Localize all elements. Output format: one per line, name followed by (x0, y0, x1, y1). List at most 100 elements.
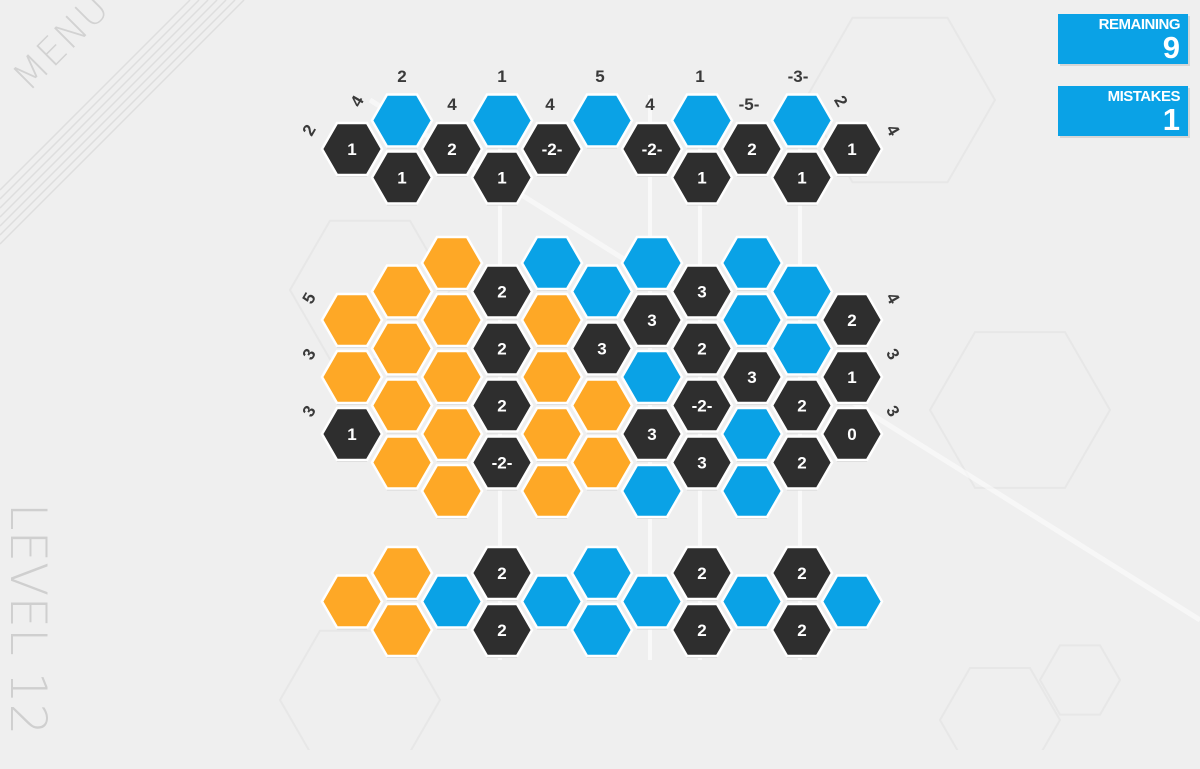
inline-clue: 4 (545, 95, 555, 114)
hex-cell-orange[interactable] (320, 349, 384, 405)
hex-cell-dark[interactable]: 3 (620, 292, 684, 348)
hex-cell-orange[interactable] (570, 435, 634, 491)
hex-cell-blue[interactable] (620, 463, 684, 519)
hex-cell-blue[interactable] (570, 602, 634, 658)
inline-clue: 4 (645, 95, 655, 114)
hex-cell-blue[interactable] (770, 321, 834, 377)
hex-cell-orange[interactable] (420, 235, 484, 291)
hex-cell-dark[interactable]: 2 (720, 121, 784, 177)
hex-cell-blue[interactable] (720, 235, 784, 291)
hex-cell-dark[interactable]: -2- (470, 435, 534, 491)
hex-cell-blue[interactable] (370, 93, 434, 149)
hex-cell-dark[interactable]: 2 (470, 264, 534, 320)
hex-tile (420, 574, 484, 629)
hex-cell-blue[interactable] (720, 463, 784, 519)
hex-cell-dark[interactable]: 2 (470, 545, 534, 601)
hex-cell-dark[interactable]: 1 (820, 121, 884, 177)
hex-cell-dark[interactable]: 2 (670, 545, 734, 601)
hex-cell-dark[interactable]: 1 (320, 121, 384, 177)
hex-count-label: -2- (642, 140, 663, 159)
hex-cell-blue[interactable] (720, 292, 784, 348)
hex-cell-orange[interactable] (520, 463, 584, 519)
hex-cell-dark[interactable]: 2 (470, 378, 534, 434)
hex-cell-orange[interactable] (420, 349, 484, 405)
hex-cell-orange[interactable] (320, 574, 384, 630)
hex-cell-blue[interactable] (620, 574, 684, 630)
hex-cell-dark[interactable]: 3 (670, 264, 734, 320)
hex-tile (620, 235, 684, 291)
hex-tile (320, 574, 384, 629)
hex-cell-dark[interactable]: 3 (720, 349, 784, 405)
hex-cell-dark[interactable]: 2 (420, 121, 484, 177)
hex-tile (570, 264, 634, 319)
hex-cell-blue[interactable] (820, 574, 884, 630)
hex-cell-orange[interactable] (420, 406, 484, 462)
hex-cell-blue[interactable] (420, 574, 484, 630)
hex-cell-orange[interactable] (370, 545, 434, 601)
hex-cell-blue[interactable] (570, 93, 634, 149)
hex-count-label: 2 (497, 340, 506, 359)
hex-tile (620, 574, 684, 629)
remaining-counter: REMAINING 9 (1058, 14, 1188, 65)
hex-cell-dark[interactable]: 1 (370, 150, 434, 206)
hex-count-label: -2- (542, 140, 563, 159)
row-clue-right: 3 (882, 402, 903, 420)
remaining-value: 9 (1162, 30, 1180, 65)
hex-cell-blue[interactable] (620, 235, 684, 291)
hex-cell-orange[interactable] (520, 292, 584, 348)
hex-cell-orange[interactable] (370, 435, 434, 491)
hex-cell-dark[interactable]: 2 (770, 435, 834, 491)
hex-cell-orange[interactable] (420, 463, 484, 519)
hex-cell-dark[interactable]: 2 (470, 321, 534, 377)
hex-cell-dark[interactable]: 2 (770, 378, 834, 434)
hex-tile (420, 406, 484, 462)
hex-cell-blue[interactable] (520, 574, 584, 630)
hex-cell-dark[interactable]: -2- (620, 121, 684, 177)
hex-cell-orange[interactable] (520, 406, 584, 462)
hex-cell-orange[interactable] (370, 321, 434, 377)
hex-cell-dark[interactable]: 2 (770, 602, 834, 658)
hex-cell-dark[interactable]: 1 (820, 349, 884, 405)
hex-cell-blue[interactable] (670, 93, 734, 149)
hex-count-label: 1 (397, 169, 406, 188)
hex-cell-orange[interactable] (370, 264, 434, 320)
hex-cell-blue[interactable] (770, 93, 834, 149)
hex-cell-blue[interactable] (570, 264, 634, 320)
hex-cell-blue[interactable] (470, 93, 534, 149)
hex-cell-orange[interactable] (420, 292, 484, 348)
hex-cell-dark[interactable]: 3 (620, 406, 684, 462)
hex-cell-dark[interactable]: 2 (770, 545, 834, 601)
hex-count-label: 2 (497, 397, 506, 416)
hex-cell-dark[interactable]: 2 (670, 321, 734, 377)
hex-cell-blue[interactable] (620, 349, 684, 405)
hex-cell-dark[interactable]: 2 (670, 602, 734, 658)
row-clue-right: 2 (830, 92, 851, 110)
hex-cell-dark[interactable]: 2 (470, 602, 534, 658)
hex-cell-dark[interactable]: 1 (320, 406, 384, 462)
hex-cell-orange[interactable] (570, 378, 634, 434)
hex-cell-dark[interactable]: -2- (520, 121, 584, 177)
hex-cell-dark[interactable]: 3 (570, 321, 634, 377)
hex-cell-dark[interactable]: 2 (820, 292, 884, 348)
hex-cell-orange[interactable] (320, 292, 384, 348)
hex-count-label: 2 (797, 397, 806, 416)
hex-count-label: 1 (797, 169, 806, 188)
hex-cell-blue[interactable] (520, 235, 584, 291)
hex-cell-orange[interactable] (370, 378, 434, 434)
hex-cell-dark[interactable]: -2- (670, 378, 734, 434)
row-clue-left: 3 (299, 402, 320, 420)
hex-cell-orange[interactable] (520, 349, 584, 405)
hex-cell-dark[interactable]: 1 (670, 150, 734, 206)
hex-cell-orange[interactable] (370, 602, 434, 658)
hex-tile (370, 321, 434, 376)
column-clue: 5 (595, 67, 604, 86)
hex-cell-blue[interactable] (720, 574, 784, 630)
hex-cell-dark[interactable]: 0 (820, 406, 884, 462)
hex-tile (670, 93, 734, 148)
hex-cell-dark[interactable]: 3 (670, 435, 734, 491)
hex-cell-blue[interactable] (770, 264, 834, 320)
hex-cell-blue[interactable] (720, 406, 784, 462)
hex-cell-blue[interactable] (570, 545, 634, 601)
hex-tile (370, 545, 434, 601)
hex-cell-dark[interactable]: 1 (770, 150, 834, 206)
